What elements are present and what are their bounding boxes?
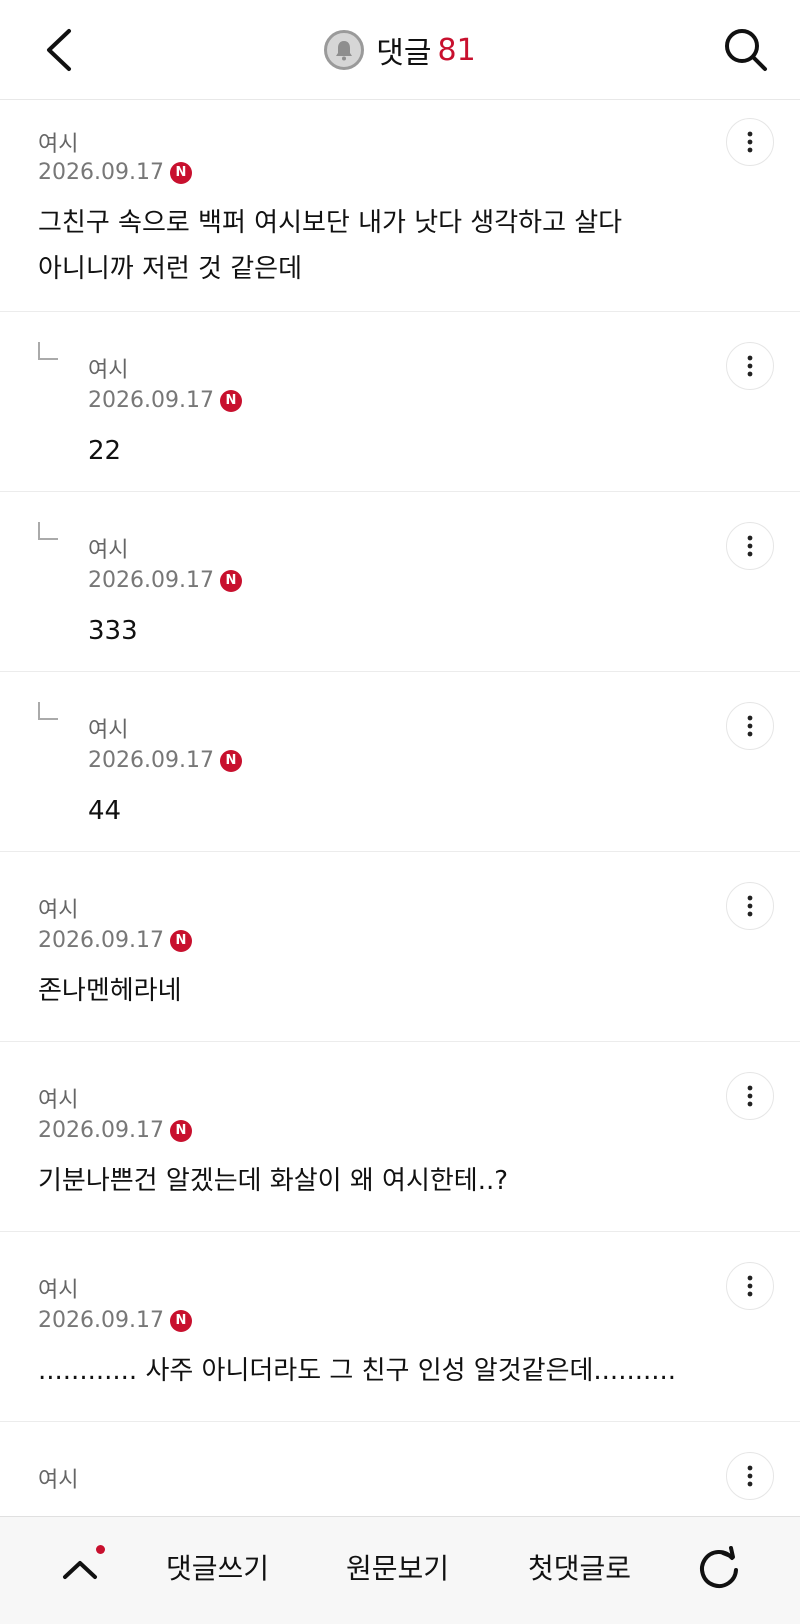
comment-author: 여시: [38, 1278, 79, 1303]
reply-indicator-icon: [38, 342, 58, 360]
comment-date: 2026.09.17: [88, 748, 214, 773]
bell-icon[interactable]: [324, 30, 365, 70]
comment-body: ............ 사주 아니더라도 그 친구 인성 알것같은데.....…: [38, 1348, 676, 1394]
comment-text-line: 기분나쁜건 알겠는데 화살이 왜 여시한테..?: [38, 1166, 509, 1196]
comment-author: 여시: [88, 718, 129, 743]
comment-date: 2026.09.17: [38, 1308, 164, 1333]
comment-date-row: 2026.09.17 N: [38, 928, 192, 953]
comment-text-line: ............ 사주 아니더라도 그 친구 인성 알것같은데.....…: [38, 1356, 677, 1386]
notification-dot: [96, 1545, 105, 1554]
more-options-button[interactable]: [726, 1262, 774, 1310]
new-badge: N: [219, 389, 242, 412]
more-options-button[interactable]: [726, 702, 774, 750]
comment-body: 22: [88, 428, 121, 474]
header: 댓글 81: [0, 0, 800, 100]
more-options-button[interactable]: [726, 522, 774, 570]
more-options-button[interactable]: [726, 118, 774, 166]
comment-author: 여시: [38, 132, 79, 157]
comment-body: 존나멘헤라네: [38, 968, 182, 1014]
comment-body: 44: [88, 788, 121, 834]
new-badge: N: [169, 929, 192, 952]
more-options-button[interactable]: [726, 1072, 774, 1120]
more-vertical-icon: [747, 355, 753, 377]
comment-date-row: 2026.09.17 N: [38, 160, 192, 185]
comment-date: 2026.09.17: [38, 928, 164, 953]
new-badge: N: [219, 569, 242, 592]
comment-count: 81: [437, 32, 476, 68]
comment-author: 여시: [38, 898, 79, 923]
refresh-button[interactable]: [688, 1537, 750, 1599]
search-button[interactable]: [718, 22, 774, 78]
new-badge: N: [169, 1309, 192, 1332]
comment-text-line: 22: [88, 436, 122, 466]
comment-date: 2026.09.17: [88, 568, 214, 593]
comment-author: 여시: [88, 358, 129, 383]
comment-item: 여시 2026.09.17 N 333: [0, 492, 800, 672]
header-title: 댓글 81: [0, 26, 800, 74]
comment-date-row: 2026.09.17 N: [88, 388, 242, 413]
more-vertical-icon: [747, 1465, 753, 1487]
comment-body: 333: [88, 608, 138, 654]
comment-date-row: 2026.09.17 N: [38, 1308, 192, 1333]
first-comment-button[interactable]: 첫댓글로: [528, 1547, 631, 1587]
comment-item: 여시 2026.09.17 N 그친구 속으로 백퍼 여시보단 내가 낫다 생각…: [0, 100, 800, 312]
more-options-button[interactable]: [726, 342, 774, 390]
new-badge: N: [169, 1119, 192, 1142]
comment-text-line: 그친구 속으로 백퍼 여시보단 내가 낫다 생각하고 살다: [38, 208, 623, 238]
comment-date: 2026.09.17: [38, 1118, 164, 1143]
more-options-button[interactable]: [726, 882, 774, 930]
comment-item: 여시 2026.09.17 N 존나멘헤라네: [0, 852, 800, 1042]
more-vertical-icon: [747, 1085, 753, 1107]
reply-indicator-icon: [38, 522, 58, 540]
comment-item: 여시 2026.09.17 N 44: [0, 672, 800, 852]
more-vertical-icon: [747, 715, 753, 737]
write-comment-button[interactable]: 댓글쓰기: [166, 1547, 269, 1587]
bottom-toolbar: 댓글쓰기 원문보기 첫댓글로: [0, 1516, 800, 1624]
new-badge: N: [219, 749, 242, 772]
comment-text-line: 44: [88, 796, 122, 826]
comment-text-line: 아니니까 저런 것 같은데: [38, 254, 302, 284]
comment-author: 여시: [38, 1468, 79, 1493]
comment-date-row: 2026.09.17 N: [38, 1118, 192, 1143]
comment-date-row: 2026.09.17 N: [88, 568, 242, 593]
chevron-up-icon: [63, 1561, 97, 1579]
comment-item: 여시 2026.09.17 N 22: [0, 312, 800, 492]
comment-body: 그친구 속으로 백퍼 여시보단 내가 낫다 생각하고 살다 아니니까 저런 것 …: [38, 200, 622, 292]
comment-item: 여시 2026.09.17 N 기분나쁜건 알겠는데 화살이 왜 여시한테..?: [0, 1042, 800, 1232]
comment-body: 기분나쁜건 알겠는데 화살이 왜 여시한테..?: [38, 1158, 508, 1204]
comment-item: 여시 2026.09.17 N ............ 사주 아니더라도 그 …: [0, 1232, 800, 1422]
more-vertical-icon: [747, 535, 753, 557]
comment-text-line: 333: [88, 616, 138, 646]
search-icon: [725, 29, 767, 71]
comment-list: 여시 2026.09.17 N 그친구 속으로 백퍼 여시보단 내가 낫다 생각…: [0, 100, 800, 1542]
more-options-button[interactable]: [726, 1452, 774, 1500]
comment-text-line: 존나멘헤라네: [38, 976, 182, 1006]
comment-date: 2026.09.17: [88, 388, 214, 413]
reply-indicator-icon: [38, 702, 58, 720]
refresh-icon: [700, 1546, 738, 1588]
comments-screen: 댓글 81 여시 2026.09.17 N 그친구 속으로 백퍼 여시보단 내가…: [0, 0, 800, 1624]
more-vertical-icon: [747, 131, 753, 153]
comment-date-row: 2026.09.17 N: [88, 748, 242, 773]
view-original-button[interactable]: 원문보기: [346, 1547, 449, 1587]
more-vertical-icon: [747, 1275, 753, 1297]
page-title: 댓글: [376, 36, 432, 71]
more-vertical-icon: [747, 895, 753, 917]
comment-author: 여시: [88, 538, 129, 563]
comment-date: 2026.09.17: [38, 160, 164, 185]
new-badge: N: [169, 161, 192, 184]
comment-author: 여시: [38, 1088, 79, 1113]
